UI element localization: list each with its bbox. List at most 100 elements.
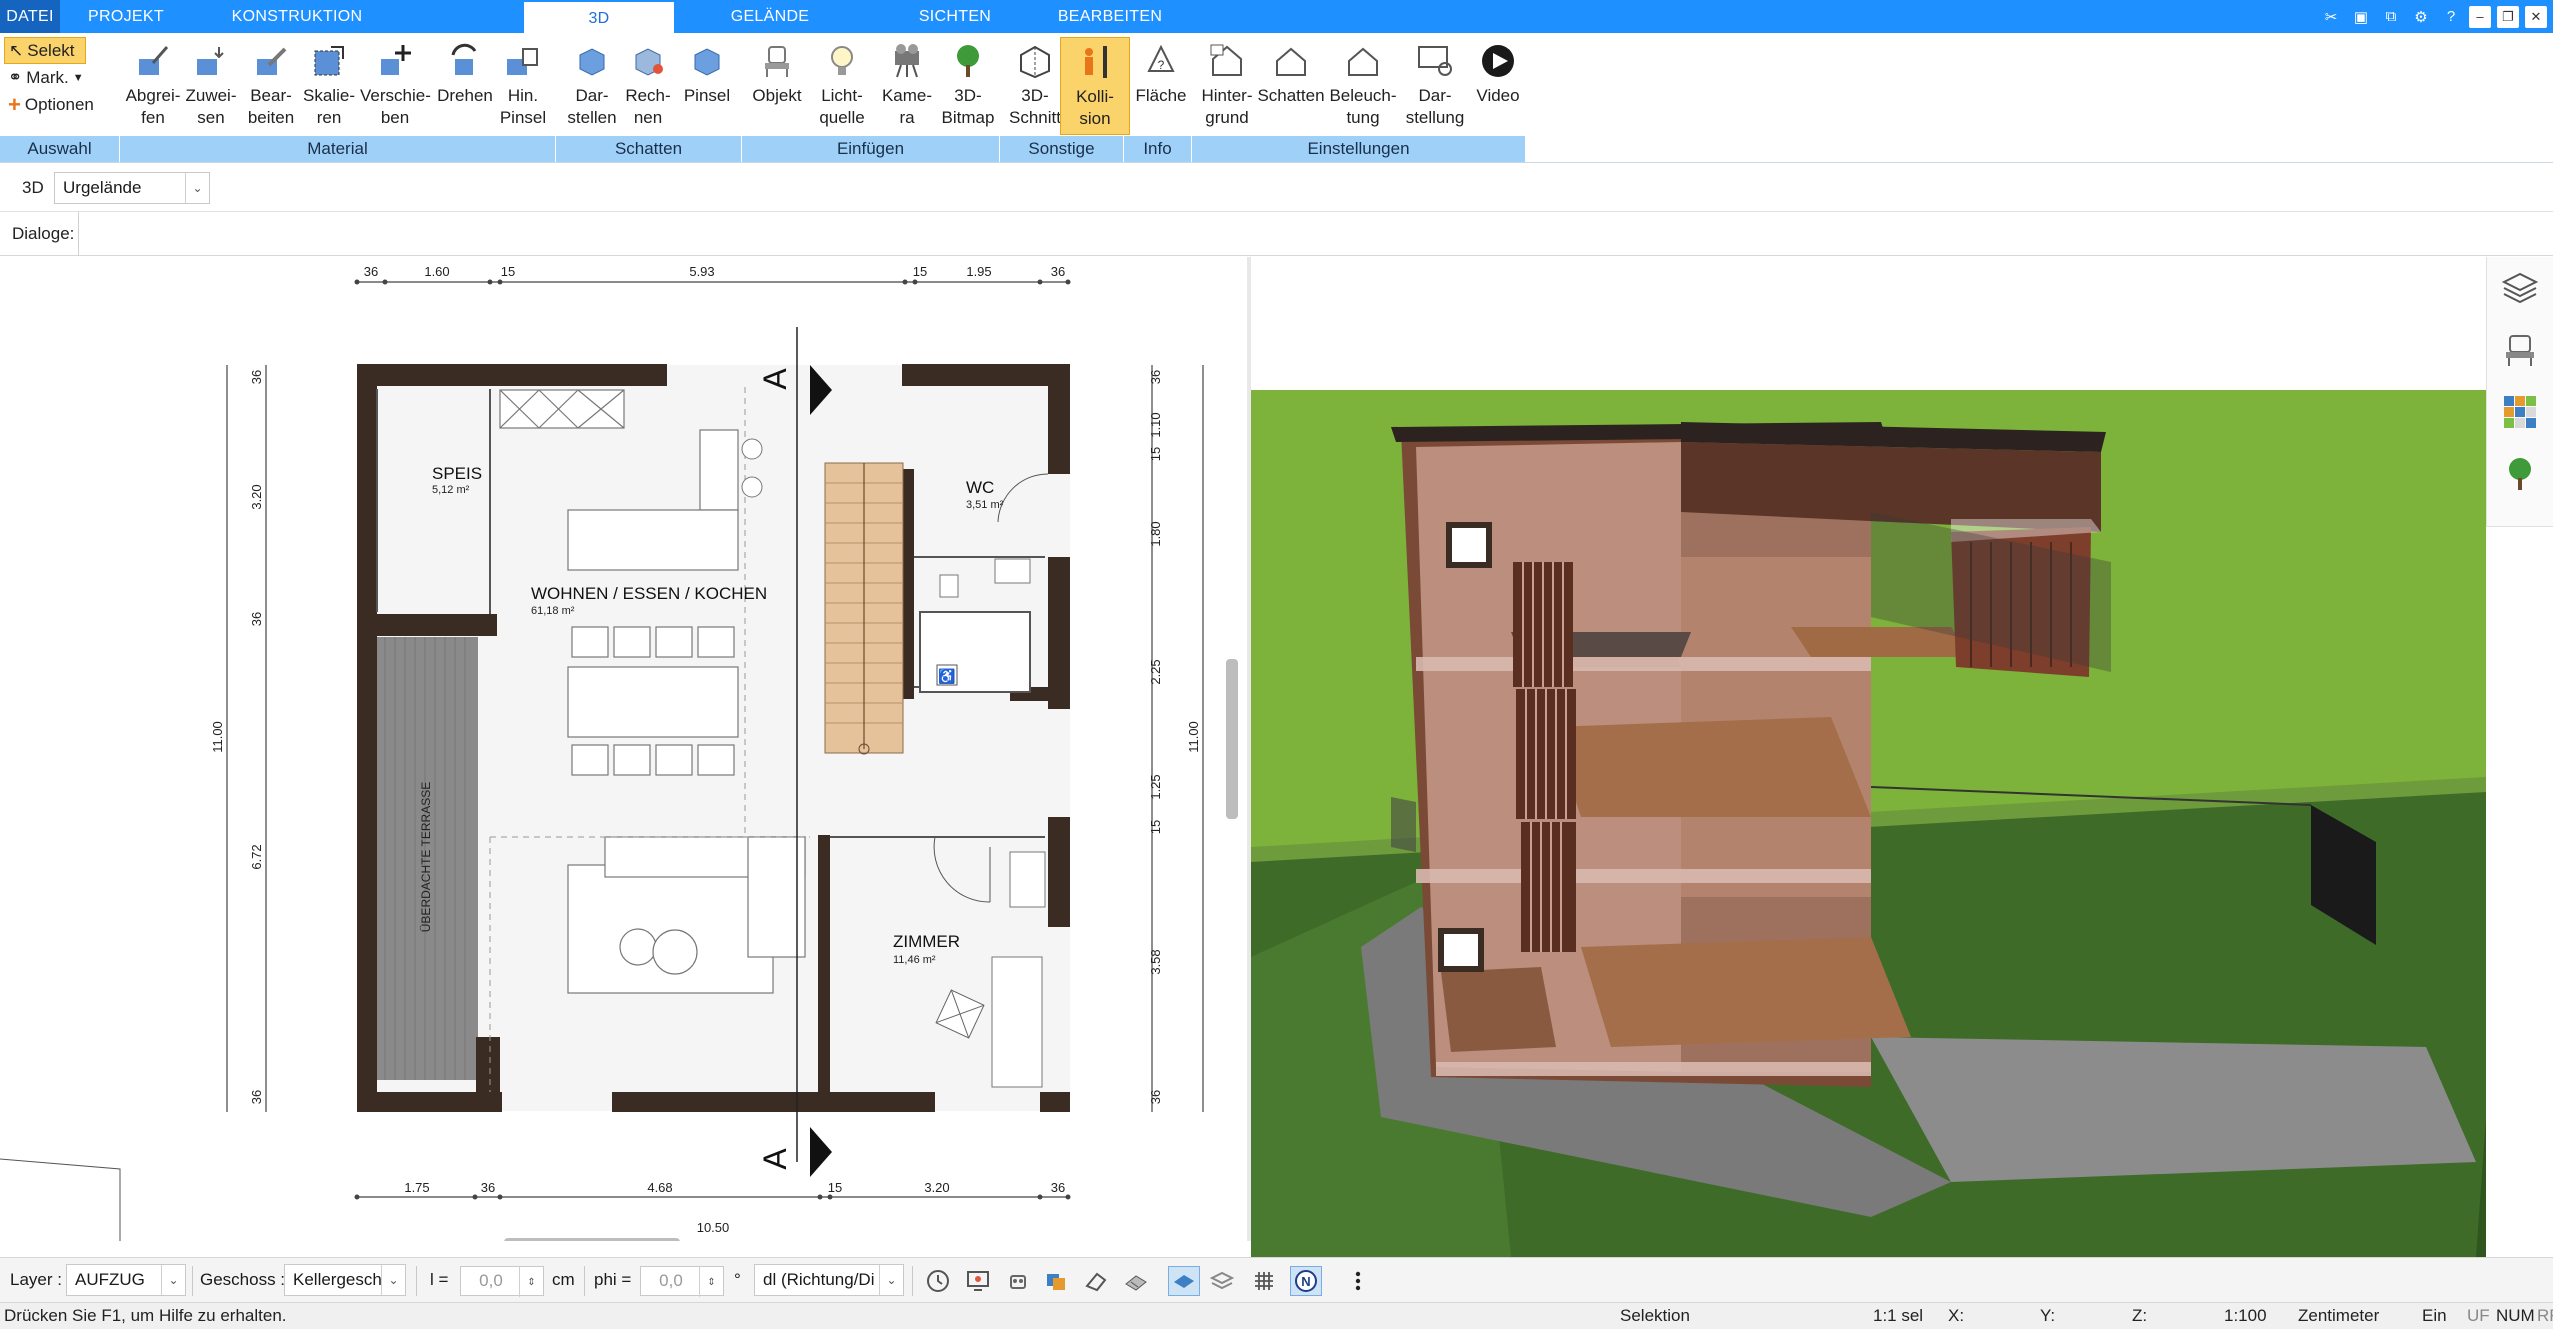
ribbon-button-label: tung	[1346, 108, 1380, 127]
ribbon-button-tree[interactable]: 3D- Bitmap	[933, 37, 1003, 135]
window-icon[interactable]: ⧉	[2379, 5, 2403, 29]
geschoss-label: Geschoss :	[200, 1270, 286, 1289]
stepper-icon[interactable]: ⇕	[699, 1267, 723, 1297]
furniture-icon[interactable]	[2487, 319, 2553, 381]
robot-icon[interactable]	[1002, 1266, 1034, 1296]
geschoss-value: Kellergesch	[293, 1270, 382, 1289]
tab-projekt[interactable]: PROJEKT	[60, 0, 192, 33]
direction-select[interactable]: dl (Richtung/Di ⌄	[754, 1264, 904, 1296]
help-icon[interactable]: ?	[2439, 5, 2463, 29]
status-help: Drücken Sie F1, um Hilfe zu erhalten.	[4, 1306, 287, 1325]
dim-right-1: 1.10	[1148, 412, 1163, 437]
ribbon-button-label: Licht-	[821, 86, 863, 105]
floor-plane-icon[interactable]	[1168, 1266, 1200, 1296]
ribbon-button-lightbulb[interactable]: Licht-quelle	[807, 37, 877, 135]
ribbon-button-label: quelle	[819, 108, 865, 127]
back-brush-icon	[488, 37, 558, 85]
dim-right-3: 1.80	[1148, 521, 1163, 546]
layer-select[interactable]: AUFZUG ⌄	[66, 1264, 186, 1296]
more-options-icon[interactable]	[1342, 1266, 1374, 1296]
close-icon[interactable]: ✕	[2525, 5, 2547, 28]
ribbon-button-back-brush[interactable]: Hin. Pinsel	[488, 37, 558, 135]
ribbon-button-scale[interactable]: Skalie-ren	[294, 37, 364, 135]
objects-icon[interactable]	[1040, 1266, 1072, 1296]
cube-icon[interactable]: ▣	[2349, 5, 2373, 29]
mark-button[interactable]: ⚭ Mark. ▼	[4, 64, 114, 91]
group-info: Info	[1124, 136, 1192, 162]
room-name-speis: SPEIS	[432, 464, 482, 483]
tab-datei[interactable]: DATEI	[0, 0, 60, 33]
options-button[interactable]: + Optionen	[4, 91, 114, 118]
wheelchair-icon: ♿	[938, 668, 955, 685]
materials-icon[interactable]	[2487, 381, 2553, 443]
geschoss-select[interactable]: Kellergesch ⌄	[284, 1264, 406, 1296]
vertical-scrollbar[interactable]	[1226, 659, 1238, 819]
settings-icon[interactable]: ⚙	[2409, 5, 2433, 29]
3d-view[interactable]	[1251, 257, 2486, 1257]
ribbon-button-shadow-brush[interactable]: Pinsel	[672, 37, 742, 135]
phi-input[interactable]: 0,0 ⇕	[640, 1266, 724, 1297]
room-area-wc: 3,51 m²	[966, 499, 1004, 511]
room-name-terrasse: ÜBERDACHTE TERRASSE	[419, 782, 433, 932]
status-rf: RF	[2537, 1306, 2553, 1325]
tab-konstruktion[interactable]: KONSTRUKTION	[192, 0, 402, 33]
scale-icon	[294, 37, 364, 85]
tab-bearbeiten[interactable]: BEARBEITEN	[1040, 0, 1180, 33]
svg-text:?: ?	[1158, 58, 1165, 72]
input-bar: Layer : AUFZUG ⌄ Geschoss : Kellergesch …	[0, 1257, 2553, 1302]
ribbon-button-camera[interactable]: Kame-ra	[872, 37, 942, 135]
ribbon-button-background[interactable]: Hinter-grund	[1192, 37, 1262, 135]
clock-icon[interactable]	[922, 1266, 954, 1296]
section-marker-top: A	[757, 368, 793, 390]
house-light-icon	[1328, 37, 1398, 85]
north-icon[interactable]: N	[1290, 1266, 1322, 1296]
ribbon-button-display-settings[interactable]: Dar-stellung	[1400, 37, 1470, 135]
dim-right-7: 3.58	[1148, 949, 1163, 974]
layers-stack-icon[interactable]	[1206, 1266, 1238, 1296]
eraser-icon[interactable]	[1080, 1266, 1112, 1296]
status-y: Y:	[2040, 1306, 2056, 1325]
ribbon-button-house-light[interactable]: Beleuch-tung	[1328, 37, 1398, 135]
plus-icon: +	[8, 91, 21, 117]
ribbon-button-area[interactable]: ? Fläche	[1126, 37, 1196, 135]
room-name-wohnen: WOHNEN / ESSEN / KOCHEN	[531, 584, 767, 603]
restore-icon[interactable]: ❐	[2497, 5, 2519, 28]
ribbon-button-label: Pinsel	[683, 86, 731, 105]
mark-label: Mark.	[26, 67, 69, 87]
tab-gelaende[interactable]: GELÄNDE	[690, 0, 850, 33]
dim-bottom-2: 4.68	[647, 1180, 672, 1195]
ribbon-button-move[interactable]: Verschie-ben	[360, 37, 431, 135]
dim-right-5: 15	[1148, 820, 1163, 834]
length-unit: cm	[552, 1270, 575, 1289]
monitor-icon[interactable]	[962, 1266, 994, 1296]
select-button[interactable]: ↖ Selekt	[4, 37, 86, 64]
dim-top-2: 15	[501, 264, 515, 279]
group-material: Material	[120, 136, 556, 162]
ribbon-button-house-shadow[interactable]: Schatten	[1256, 37, 1326, 135]
ribbon-button-label: sion	[1079, 109, 1111, 128]
ribbon-button-chair[interactable]: Objekt	[742, 37, 812, 135]
floor-plan-view[interactable]: 36 1.60 15 5.93 15 1.95 36 1.75 36 4.68 …	[0, 257, 1247, 1241]
grid-icon[interactable]	[1248, 1266, 1280, 1296]
play-icon	[1463, 37, 1533, 85]
layer-label: Layer :	[10, 1270, 62, 1289]
ribbon-button-play[interactable]: Video	[1463, 37, 1533, 135]
group-schatten: Schatten	[556, 136, 742, 162]
minimize-icon[interactable]: –	[2469, 5, 2491, 28]
terrain-select[interactable]: Urgelände ⌄	[54, 172, 210, 204]
tab-3d[interactable]: 3D	[524, 0, 674, 33]
horizontal-scrollbar[interactable]	[504, 1238, 680, 1241]
tools-icon[interactable]: ✂	[2319, 5, 2343, 29]
group-sonstige: Sonstige	[1000, 136, 1124, 162]
ribbon-button-label: Skalie-	[303, 86, 355, 105]
dialog-label: Dialoge:	[12, 224, 75, 243]
layers-icon[interactable]	[2487, 257, 2553, 319]
length-input[interactable]: 0,0 ⇕	[460, 1266, 544, 1297]
hatching-icon[interactable]	[1120, 1266, 1152, 1296]
plants-icon[interactable]	[2487, 443, 2553, 505]
chevron-down-icon: ▼	[72, 71, 84, 84]
stepper-icon[interactable]: ⇕	[519, 1267, 543, 1297]
dim-bottom-3: 15	[828, 1180, 842, 1195]
ribbon-button-collision[interactable]: Kolli-sion	[1060, 37, 1130, 135]
tab-sichten[interactable]: SICHTEN	[880, 0, 1030, 33]
